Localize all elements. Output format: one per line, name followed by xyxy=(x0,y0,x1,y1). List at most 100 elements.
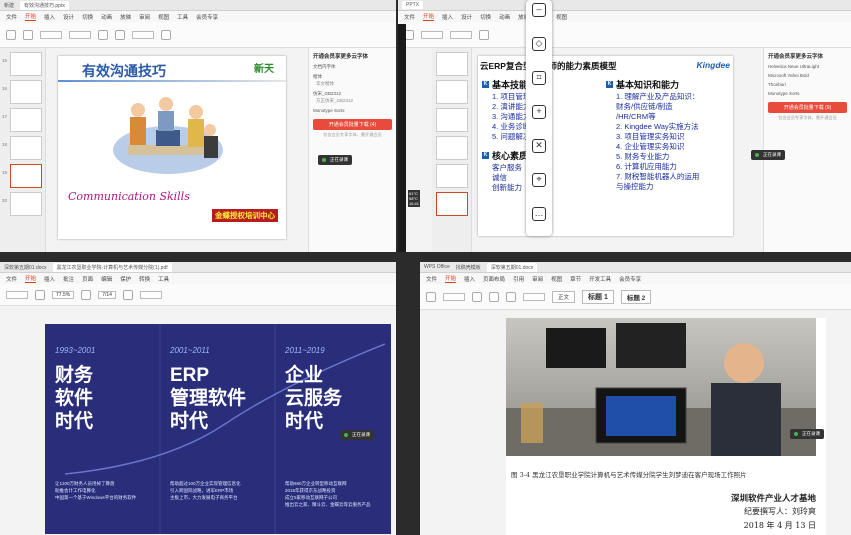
tab-template[interactable]: 找稿壳模板 xyxy=(456,264,481,271)
slide-canvas[interactable]: 云ERP复合型工程师的能力素质模型 Kingdee K基本技能 1. 项目管理能… xyxy=(478,56,733,236)
menu-file[interactable]: 文件 xyxy=(426,275,437,283)
slide-thumb[interactable] xyxy=(10,80,42,104)
bold-icon[interactable] xyxy=(98,29,108,40)
slide-thumb[interactable] xyxy=(436,52,468,76)
tab-docx[interactable]: 深软第五期01.docx xyxy=(4,264,47,271)
menu-insert[interactable]: 插入 xyxy=(464,275,475,283)
page-indicator[interactable]: 7/14 xyxy=(98,290,116,299)
slide-canvas[interactable]: 有效沟通技巧 新天 Communication Skills 金蝶授权培训中心 xyxy=(58,56,286,239)
font-item[interactable]: Thonburi xyxy=(768,82,847,87)
style-heading-1[interactable]: 标题 1 xyxy=(582,289,614,304)
menu-home[interactable]: 开始 xyxy=(25,274,37,283)
menu-view[interactable]: 视图 xyxy=(556,13,567,21)
new-slide-button[interactable] xyxy=(421,30,443,39)
paragraph-group[interactable] xyxy=(523,292,545,301)
tab-pptx[interactable]: 有效沟通技巧.pptx xyxy=(20,0,69,10)
menu-home[interactable]: 开始 xyxy=(423,12,435,21)
menu-review[interactable]: 审阅 xyxy=(139,13,150,21)
menu-comment[interactable]: 批注 xyxy=(63,275,74,283)
tab-docx[interactable]: 深软第五期01.docx xyxy=(486,262,538,272)
cut-icon[interactable] xyxy=(23,29,33,40)
menu-member[interactable]: 会员专享 xyxy=(196,13,218,21)
tab-wps-office[interactable]: WPS Office xyxy=(424,264,450,270)
slide-thumb[interactable] xyxy=(436,80,468,104)
menu-animation[interactable]: 动画 xyxy=(499,13,510,21)
minus-icon[interactable]: – xyxy=(532,3,546,17)
batch-download-button[interactable]: 开通会员批量下载 (9) xyxy=(768,102,847,113)
menu-view[interactable]: 视图 xyxy=(158,13,169,21)
menu-tools[interactable]: 工具 xyxy=(177,13,188,21)
menu-page[interactable]: 页面 xyxy=(82,275,93,283)
shape-icon[interactable] xyxy=(161,29,171,40)
font-item[interactable]: Helvetica Neue UltraLight xyxy=(768,64,847,69)
slide-thumb[interactable] xyxy=(436,108,468,132)
font-select[interactable] xyxy=(443,292,465,301)
underline-icon[interactable] xyxy=(506,291,516,302)
menu-protect[interactable]: 保护 xyxy=(120,275,131,283)
tab-new[interactable]: 新建 xyxy=(4,2,14,9)
new-slide-button[interactable] xyxy=(40,30,62,39)
menu-slideshow[interactable]: 放映 xyxy=(120,13,131,21)
font-item[interactable]: 楷体 xyxy=(313,74,392,80)
slide-thumb-selected[interactable] xyxy=(10,164,42,188)
menu-design[interactable]: 设计 xyxy=(461,13,472,21)
next-page-icon[interactable] xyxy=(122,289,133,300)
menu-design[interactable]: 设计 xyxy=(63,13,74,21)
italic-icon[interactable] xyxy=(115,29,125,40)
font-select[interactable] xyxy=(450,30,472,39)
menu-insert[interactable]: 插入 xyxy=(44,275,55,283)
font-select[interactable] xyxy=(69,30,91,39)
menu-developer[interactable]: 开发工具 xyxy=(589,275,611,283)
menu-convert[interactable]: 转换 xyxy=(139,275,150,283)
crop-icon[interactable]: ⌗ xyxy=(532,71,546,85)
menu-animation[interactable]: 动画 xyxy=(101,13,112,21)
italic-icon[interactable] xyxy=(489,291,499,302)
menu-insert[interactable]: 插入 xyxy=(442,13,453,21)
document-page[interactable]: 图 3-4 黑龙江农垦职业学院计算机与艺术传媒分院学生刘梦迪在客户现场工作照片 … xyxy=(506,318,826,535)
slide-thumb[interactable] xyxy=(10,192,42,216)
font-item[interactable]: Microsoft Yahei Bold xyxy=(768,73,847,78)
slide-thumb-selected[interactable] xyxy=(436,192,468,216)
menu-transition[interactable]: 切换 xyxy=(480,13,491,21)
tab-pdf[interactable]: 黑龙江农垦职业学院-计算机与艺术传媒分院(1).pdf xyxy=(52,262,172,272)
zoom-in-icon[interactable]: + xyxy=(532,105,546,119)
menu-home[interactable]: 开始 xyxy=(25,12,37,21)
batch-download-button[interactable]: 开通会员批量下载 (4) xyxy=(313,119,392,130)
menu-member[interactable]: 会员专享 xyxy=(619,275,641,283)
menu-tools[interactable]: 工具 xyxy=(158,275,169,283)
paste-icon[interactable] xyxy=(426,291,436,302)
menu-section[interactable]: 章节 xyxy=(570,275,581,283)
menu-insert[interactable]: 插入 xyxy=(44,13,55,21)
slide-thumb[interactable] xyxy=(10,52,42,76)
menu-review[interactable]: 审阅 xyxy=(532,275,543,283)
style-heading-2[interactable]: 标题 2 xyxy=(620,289,652,304)
font-item[interactable]: Monotype Sorts xyxy=(313,108,392,113)
slide-thumb[interactable] xyxy=(10,136,42,160)
hand-icon[interactable] xyxy=(35,289,45,300)
bold-icon[interactable] xyxy=(479,29,489,40)
rotate-button[interactable] xyxy=(139,290,162,299)
paste-icon[interactable] xyxy=(6,29,16,40)
font-item[interactable]: Monotype Sorts xyxy=(768,91,847,96)
tools-icon[interactable]: ✕ xyxy=(532,139,546,153)
menu-file[interactable]: 文件 xyxy=(6,13,17,21)
menu-file[interactable]: 文件 xyxy=(6,275,17,283)
zoom-select[interactable]: 77.5% xyxy=(52,290,75,299)
more-icon[interactable]: … xyxy=(532,207,546,221)
slide-thumb[interactable] xyxy=(10,108,42,132)
menu-edit[interactable]: 编辑 xyxy=(101,275,112,283)
font-item[interactable]: 仿宋_GB2312 xyxy=(313,91,392,97)
menu-view[interactable]: 视图 xyxy=(551,275,562,283)
slide-thumb[interactable] xyxy=(436,136,468,160)
pdf-convert-button[interactable] xyxy=(6,290,28,299)
align-group[interactable] xyxy=(132,30,154,39)
menu-home[interactable]: 开始 xyxy=(445,274,457,283)
menu-layout[interactable]: 页面布局 xyxy=(483,275,505,283)
prev-page-icon[interactable] xyxy=(81,289,92,300)
tab-pptx[interactable]: PPTX xyxy=(402,1,424,9)
menu-transition[interactable]: 切换 xyxy=(82,13,93,21)
slide-thumb[interactable] xyxy=(436,164,468,188)
select-icon[interactable]: ⌖ xyxy=(532,173,546,187)
layers-icon[interactable]: ◇ xyxy=(532,37,546,51)
style-normal[interactable]: 正文 xyxy=(552,290,576,303)
